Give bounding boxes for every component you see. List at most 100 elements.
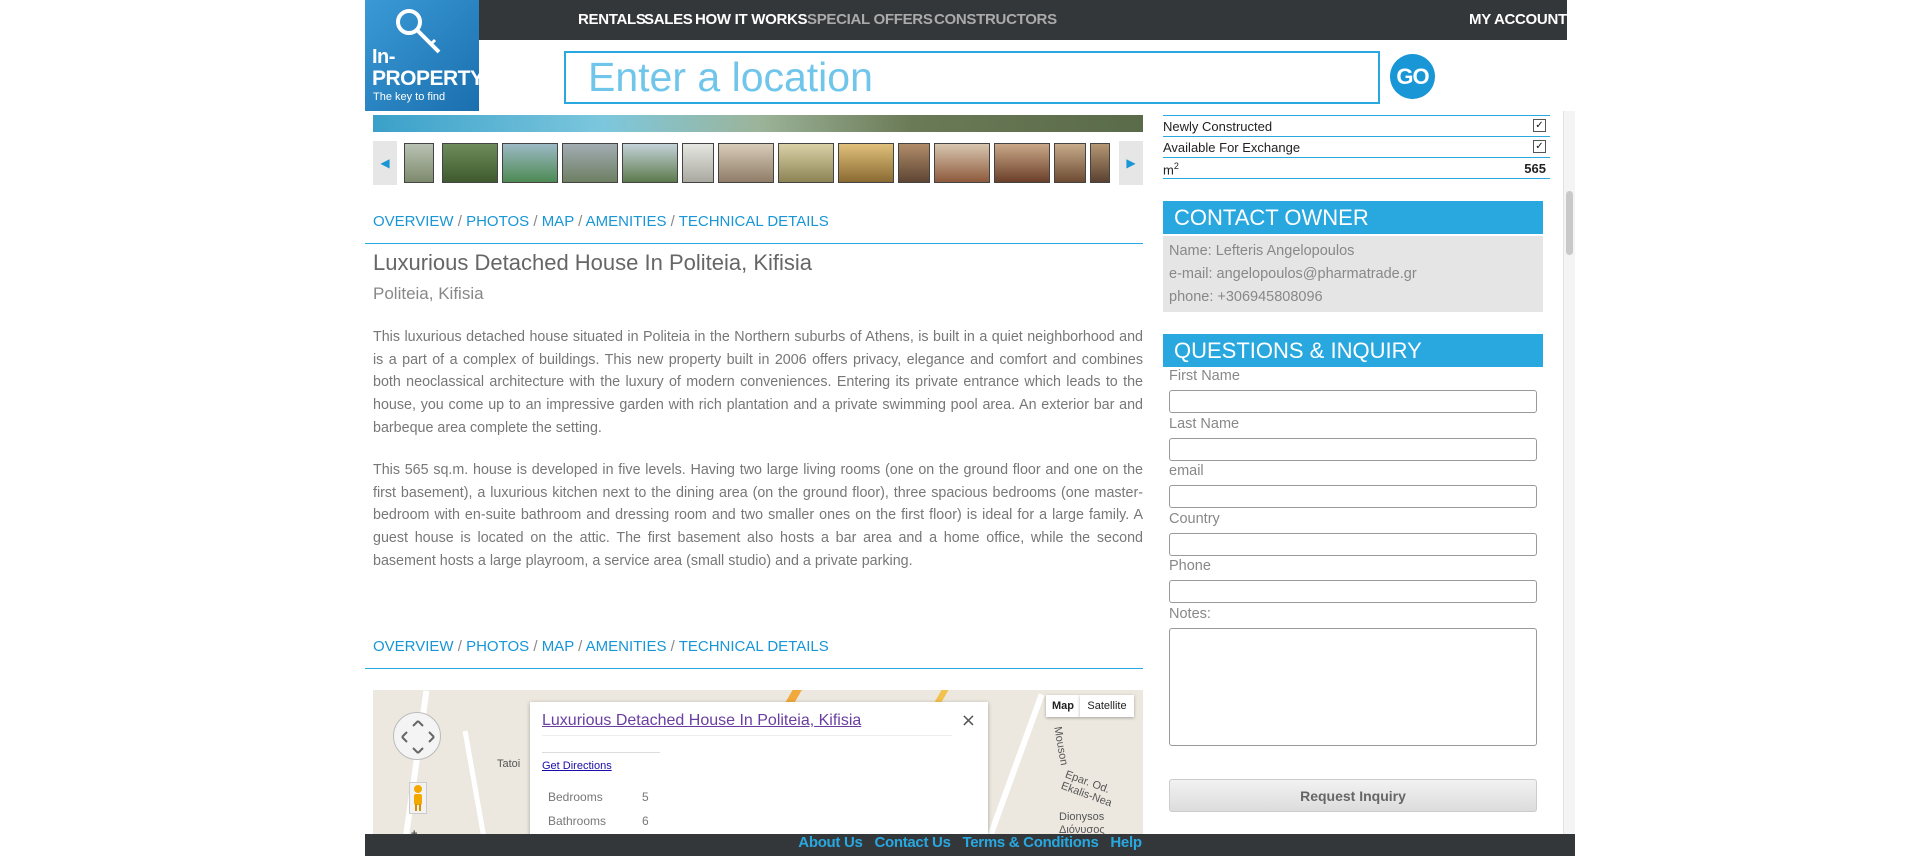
chevron-left-icon: ◀ — [380, 156, 390, 170]
footer-terms-link[interactable]: Terms & Conditions — [963, 834, 1099, 851]
thumbnail-next-button[interactable]: ▶ — [1119, 141, 1143, 185]
tab-overview[interactable]: OVERVIEW — [373, 213, 454, 230]
nav-rentals[interactable]: RENTALS — [578, 11, 646, 28]
property-newly-constructed: Newly Constructed ✓ — [1163, 116, 1550, 137]
sidebar: Newly Constructed ✓ Available For Exchan… — [1163, 111, 1563, 841]
divider — [542, 735, 952, 736]
logo-tagline: The key to find — [373, 91, 446, 103]
listing-location: Politeia, Kifisia — [373, 284, 484, 303]
footer-bar: About Us Contact Us Terms & Conditions H… — [365, 834, 1575, 856]
info-bathrooms-label: Bathrooms — [548, 814, 607, 828]
photo-thumbnail[interactable] — [994, 143, 1050, 183]
description-paragraph-1: This luxurious detached house situated i… — [373, 329, 1143, 436]
photo-thumbnail-strip: ◀ ▶ — [373, 141, 1143, 185]
country-label: Country — [1169, 511, 1220, 527]
tab-map[interactable]: MAP — [542, 638, 574, 655]
inquiry-heading: QUESTIONS & INQUIRY — [1163, 334, 1543, 367]
map-label-dionysos: Dionysos — [1059, 811, 1105, 823]
tab-photos[interactable]: PHOTOS — [466, 213, 529, 230]
tab-amenities[interactable]: AMENITIES — [586, 213, 667, 230]
nav-my-account[interactable]: MY ACCOUNT — [1469, 11, 1567, 28]
scrollbar-thumb[interactable] — [1566, 191, 1573, 255]
property-area: m2 565 — [1163, 158, 1550, 179]
photo-thumbnail[interactable] — [502, 143, 558, 183]
tab-photos[interactable]: PHOTOS — [466, 638, 529, 655]
thumbnail-prev-button[interactable]: ◀ — [373, 141, 397, 185]
photo-thumbnail[interactable] — [442, 143, 498, 183]
info-window-title-link[interactable]: Luxurious Detached House In Politeia, Ki… — [542, 712, 861, 730]
main-photo — [373, 115, 1143, 132]
email-field[interactable] — [1169, 485, 1537, 508]
footer-contact-link[interactable]: Contact Us — [874, 834, 950, 851]
tab-technical-details[interactable]: TECHNICAL DETAILS — [679, 638, 829, 655]
logo-text-in: In- — [372, 46, 395, 68]
map-type-map-button[interactable]: Map — [1046, 695, 1080, 717]
go-button[interactable]: GO — [1390, 54, 1435, 99]
last-name-label: Last Name — [1169, 416, 1240, 432]
photo-thumbnail[interactable] — [562, 143, 618, 183]
footer-about-link[interactable]: About Us — [798, 834, 863, 851]
area-unit: m — [1163, 162, 1174, 178]
info-bedrooms-label: Bedrooms — [548, 790, 603, 804]
logo-text-property: PROPERTY — [372, 67, 479, 90]
last-name-field[interactable] — [1169, 438, 1537, 461]
request-inquiry-button[interactable]: Request Inquiry — [1169, 779, 1537, 812]
photo-thumbnail[interactable] — [718, 143, 774, 183]
tab-map[interactable]: MAP — [542, 213, 574, 230]
pan-control-icon[interactable] — [393, 712, 441, 760]
country-field[interactable] — [1169, 533, 1537, 556]
photo-thumbnail[interactable] — [404, 143, 434, 183]
phone-label: Phone — [1169, 558, 1211, 574]
map-label-mouson: Mouson — [1051, 725, 1070, 767]
divider — [365, 243, 1143, 244]
section-tabs-top: OVERVIEW / PHOTOS / MAP / AMENITIES / TE… — [373, 213, 829, 230]
owner-name: Name: Lefteris Angelopoulos — [1169, 243, 1355, 259]
get-directions-link[interactable]: Get Directions — [542, 760, 612, 772]
owner-phone: phone: +306945808096 — [1169, 289, 1323, 305]
chevron-right-icon: ▶ — [1126, 156, 1136, 170]
map-type-satellite-button[interactable]: Satellite — [1080, 695, 1134, 717]
photo-thumbnail[interactable] — [1054, 143, 1086, 183]
footer-help-link[interactable]: Help — [1110, 834, 1142, 851]
tab-amenities[interactable]: AMENITIES — [586, 638, 667, 655]
sidebar-scrollbar[interactable] — [1563, 111, 1575, 841]
notes-textarea[interactable] — [1169, 628, 1537, 746]
property-map[interactable]: Tatoi Dionysos Διόνυσος Mouson Epar. Od.… — [373, 690, 1143, 840]
photo-thumbnail[interactable] — [1090, 143, 1110, 183]
property-available-for-exchange: Available For Exchange ✓ — [1163, 137, 1550, 158]
photo-thumbnail[interactable] — [682, 143, 714, 183]
photo-thumbnail[interactable] — [898, 143, 930, 183]
map-info-window: Luxurious Detached House In Politeia, Ki… — [530, 702, 988, 840]
location-search-input[interactable] — [564, 51, 1380, 104]
map-road — [462, 730, 489, 840]
top-navigation-bar: RENTALS SALES HOW IT WORKS SPECIAL OFFER… — [479, 0, 1567, 40]
nav-special-offers[interactable]: SPECIAL OFFERS — [807, 11, 933, 28]
site-logo[interactable]: In- PROPERTY The key to find — [365, 0, 479, 111]
divider — [365, 668, 1143, 669]
tab-overview[interactable]: OVERVIEW — [373, 638, 454, 655]
nav-constructors[interactable]: CONSTRUCTORS — [934, 11, 1057, 28]
nav-sales[interactable]: SALES — [644, 11, 693, 28]
divider — [542, 752, 660, 753]
photo-thumbnail[interactable] — [934, 143, 990, 183]
owner-email: e-mail: angelopoulos@pharmatrade.gr — [1169, 266, 1417, 282]
checkbox-newly-constructed[interactable]: ✓ — [1533, 119, 1546, 132]
nav-how-it-works[interactable]: HOW IT WORKS — [695, 11, 808, 28]
info-bathrooms-value: 6 — [642, 814, 649, 828]
description-paragraph-2: This 565 sq.m. house is developed in fiv… — [373, 462, 1143, 569]
area-label: m2 — [1163, 161, 1179, 177]
photo-thumbnail[interactable] — [838, 143, 894, 183]
photo-thumbnail[interactable] — [778, 143, 834, 183]
pegman-icon[interactable] — [409, 782, 427, 814]
map-road — [987, 693, 1045, 837]
phone-field[interactable] — [1169, 580, 1537, 603]
info-bedrooms-value: 5 — [642, 790, 649, 804]
photo-thumbnail[interactable] — [622, 143, 678, 183]
tab-technical-details[interactable]: TECHNICAL DETAILS — [679, 213, 829, 230]
first-name-field[interactable] — [1169, 390, 1537, 413]
property-label: Available For Exchange — [1163, 140, 1301, 155]
area-value: 565 — [1524, 161, 1546, 176]
close-icon[interactable]: × — [961, 710, 976, 731]
checkbox-available-for-exchange[interactable]: ✓ — [1533, 140, 1546, 153]
area-unit-superscript: 2 — [1173, 161, 1179, 171]
